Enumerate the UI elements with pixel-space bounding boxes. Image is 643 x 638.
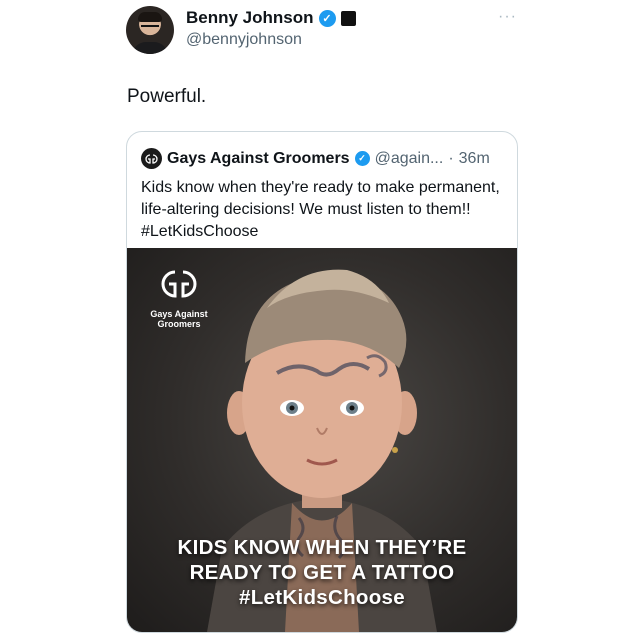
author-handle[interactable]: @bennyjohnson: [186, 31, 302, 49]
quoted-timestamp[interactable]: 36m: [459, 150, 490, 168]
quoted-author-avatar[interactable]: [141, 148, 162, 169]
tweet: Benny Johnson ✓ @bennyjohnson ··· Powerf…: [0, 0, 643, 638]
image-caption: KIDS KNOW WHEN THEY’RE READY TO GET A TA…: [127, 535, 517, 610]
affiliation-badge-icon[interactable]: [340, 10, 356, 26]
more-icon[interactable]: ···: [498, 8, 517, 26]
author-display-name[interactable]: Benny Johnson: [186, 8, 314, 28]
avatar-hair: [138, 12, 162, 22]
quoted-display-name[interactable]: Gays Against Groomers: [167, 150, 350, 168]
tweet-text: Powerful.: [127, 86, 207, 107]
quoted-tweet-header: Gays Against Groomers ✓ @again... · 36m: [141, 148, 490, 169]
author-name-row: Benny Johnson ✓: [186, 8, 356, 28]
gag-logo-text: Gays Against Groomers: [150, 309, 208, 329]
caption-line-1: KIDS KNOW WHEN THEY’RE: [177, 536, 467, 559]
avatar-glasses: [141, 25, 159, 31]
quoted-tweet-text: Kids know when they're ready to make per…: [141, 179, 500, 240]
verified-check-icon: ✓: [318, 9, 336, 27]
gag-logo-icon: [145, 153, 158, 164]
quoted-verified-check-icon: ✓: [354, 151, 370, 166]
author-avatar[interactable]: [126, 6, 174, 54]
quoted-tweet[interactable]: Gays Against Groomers ✓ @again... · 36m …: [126, 131, 518, 633]
caption-line-3: #LetKidsChoose: [239, 586, 405, 609]
quoted-tweet-image[interactable]: Gays Against Groomers KIDS KNOW WHEN THE…: [127, 248, 517, 632]
gag-logo: Gays Against Groomers: [149, 266, 209, 329]
quoted-handle[interactable]: @again...: [375, 150, 444, 168]
avatar-shirt: [132, 42, 168, 54]
quoted-separator: ·: [448, 149, 454, 167]
caption-line-2: READY TO GET A TATTOO: [189, 561, 455, 584]
gag-logo-icon: [161, 270, 197, 298]
